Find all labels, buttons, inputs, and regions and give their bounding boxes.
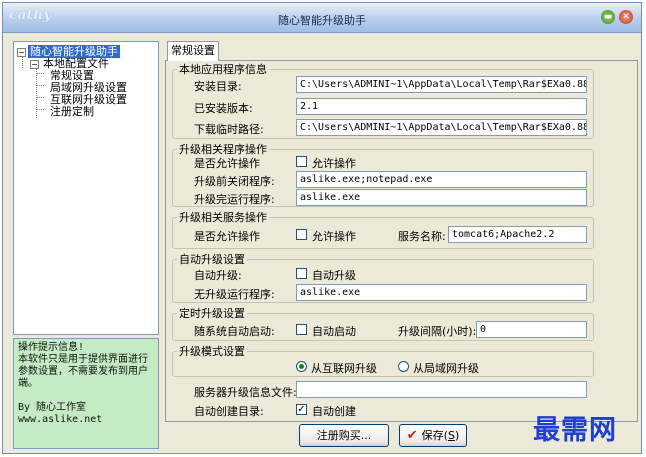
upgrade-allow-checkbox-label[interactable]: 允许操作 (312, 155, 356, 171)
close-icon[interactable]: ✕ (619, 10, 633, 24)
auto-create-checkbox[interactable]: ✓ (296, 404, 307, 415)
mode-group: 升级模式设置 (172, 343, 594, 377)
no-upgrade-label: 无升级运行程序: (194, 288, 275, 301)
startup-label: 随系统自动启动: (194, 325, 275, 338)
service-name-field[interactable]: tomcat6;Apache2.2 (448, 226, 587, 243)
close-before-label: 升级前关闭程序: (194, 175, 275, 188)
save-button-label: 保存( (421, 429, 448, 442)
mode-internet-radio[interactable] (296, 361, 307, 372)
service-name-label: 服务名称: (398, 230, 446, 243)
upgrade-allow-label: 是否允许操作 (194, 157, 260, 170)
info-line: By 随心工作室 (18, 402, 87, 413)
tab-general[interactable]: 常规设置 (167, 41, 219, 61)
group-title: 自动升级设置 (179, 253, 245, 266)
service-allow-checkbox[interactable] (296, 229, 307, 240)
save-button[interactable]: ✔ 保存(S) (399, 424, 467, 447)
upgrade-allow-checkbox[interactable] (296, 156, 307, 167)
startup-checkbox-label[interactable]: 自动启动 (312, 323, 356, 339)
tab-panel: 本地应用程序信息 安装目录: C:\Users\ADMINI~1\AppData… (165, 60, 638, 422)
server-file-label: 服务器升级信息文件: (194, 386, 297, 399)
auto-create-label: 自动创建目录: (194, 405, 264, 418)
run-after-field[interactable]: aslike.exe (296, 189, 587, 206)
startup-checkbox[interactable] (296, 324, 307, 335)
group-title: 升级模式设置 (179, 345, 245, 358)
info-line: www.aslike.net (18, 414, 103, 425)
close-before-field[interactable]: aslike.exe;notepad.exe (296, 171, 587, 188)
group-title: 定时升级设置 (179, 307, 245, 320)
collapse-icon[interactable]: − (30, 60, 39, 69)
auto-upgrade-checkbox[interactable] (296, 268, 307, 279)
install-dir-field[interactable]: C:\Users\ADMINI~1\AppData\Local\Temp\Rar… (296, 76, 587, 93)
minimize-icon[interactable]: ▬ (601, 10, 615, 24)
info-panel: 操作提示信息! 本软件只是用于提供界面进行 参数设置，不需要发布到用户 端。 B… (13, 338, 159, 449)
install-dir-label: 安装目录: (194, 80, 242, 93)
download-tmp-field[interactable]: C:\Users\ADMINI~1\AppData\Local\Temp\Rar… (296, 119, 587, 136)
tree-item-register[interactable]: 注册定制 (48, 103, 96, 119)
run-after-label: 升级完运行程序: (194, 193, 275, 206)
mode-lan-radio[interactable] (398, 361, 409, 372)
interval-label: 升级间隔(小时): (398, 325, 477, 338)
info-line: 参数设置，不需要发布到用户 (18, 366, 148, 377)
service-allow-label: 是否允许操作 (194, 230, 260, 243)
watermark-text: 最需网 (533, 415, 617, 446)
nav-tree[interactable]: − 随心智能升级助手 − 本地配置文件 常规设置 局域网升级设置 互联网升级设置 注… (13, 41, 159, 335)
download-tmp-label: 下载临时路径: (194, 123, 264, 136)
group-title: 升级相关服务操作 (179, 211, 267, 224)
mode-internet-label[interactable]: 从互联网升级 (311, 360, 377, 376)
version-field[interactable]: 2.1 (296, 98, 587, 115)
server-file-field[interactable] (296, 381, 587, 398)
info-line: 操作提示信息! (18, 342, 85, 353)
group-title: 本地应用程序信息 (179, 63, 267, 76)
info-line: 本软件只是用于提供界面进行 (18, 354, 148, 365)
interval-field[interactable]: 0 (476, 321, 587, 338)
version-label: 已安装版本: (194, 102, 253, 115)
app-window: cathy 随心智能升级助手 ▬ ✕ − 随心智能升级助手 − 本地配置文件 常规设… (2, 2, 642, 454)
window-title: 随心智能升级助手 (278, 14, 366, 27)
collapse-icon[interactable]: − (17, 48, 26, 57)
info-line (18, 390, 154, 402)
save-button-label-end: ) (454, 429, 460, 442)
register-button[interactable]: 注册购买... (299, 424, 389, 447)
no-upgrade-field[interactable]: aslike.exe (296, 284, 587, 301)
auto-upgrade-checkbox-label[interactable]: 自动升级 (312, 267, 356, 283)
save-shortcut-key: S (447, 429, 455, 442)
mode-lan-label[interactable]: 从局域网升级 (413, 360, 479, 376)
info-line: 端。 (18, 378, 38, 389)
register-button-label: 注册购买... (316, 429, 372, 442)
auto-create-checkbox-label[interactable]: 自动创建 (312, 403, 356, 419)
service-allow-checkbox-label[interactable]: 允许操作 (312, 228, 356, 244)
title-bar[interactable]: cathy 随心智能升级助手 ▬ ✕ (3, 3, 641, 33)
auto-upgrade-label: 自动升级: (194, 269, 242, 282)
checkmark-icon: ✔ (406, 428, 418, 443)
